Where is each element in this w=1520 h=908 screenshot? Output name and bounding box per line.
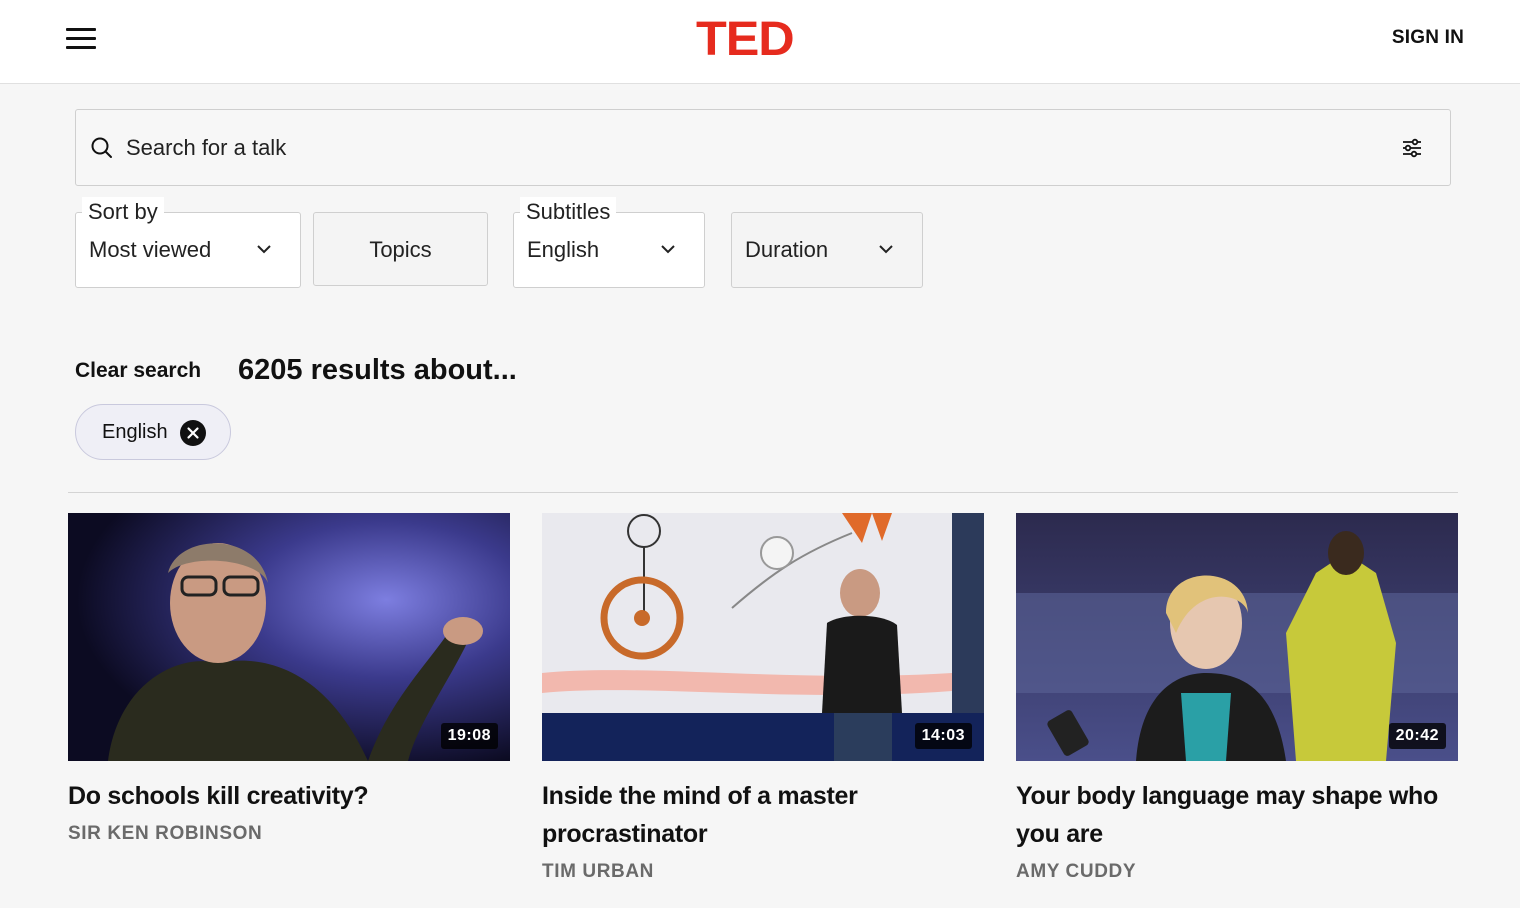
subtitles-dropdown[interactable]: Subtitles English <box>513 197 705 288</box>
subtitles-label: Subtitles <box>520 197 617 227</box>
talk-card[interactable]: 20:42 Your body language may shape who y… <box>1016 513 1458 883</box>
talk-title[interactable]: Do schools kill creativity? <box>68 777 510 815</box>
talk-thumbnail[interactable]: 20:42 <box>1016 513 1458 761</box>
duration-badge: 14:03 <box>914 723 972 749</box>
duration-label: Duration <box>745 237 829 262</box>
duration-badge: 20:42 <box>1388 723 1446 749</box>
talk-speaker[interactable]: AMY CUDDY <box>1016 861 1458 883</box>
close-circle-icon[interactable] <box>180 420 206 446</box>
chevron-down-icon <box>879 245 893 254</box>
duration-dropdown[interactable]: Duration <box>731 212 923 288</box>
talk-title[interactable]: Your body language may shape who you are <box>1016 777 1458 853</box>
top-header: TED SIGN IN <box>0 0 1520 84</box>
chevron-down-icon <box>661 245 675 254</box>
talk-speaker[interactable]: SIR KEN ROBINSON <box>68 823 510 845</box>
clear-search-link[interactable]: Clear search <box>75 359 201 383</box>
sort-by-dropdown[interactable]: Sort by Most viewed <box>75 197 301 288</box>
talk-card[interactable]: 14:03 Inside the mind of a master procra… <box>542 513 984 883</box>
sign-in-link[interactable]: SIGN IN <box>1392 27 1464 49</box>
talk-title[interactable]: Inside the mind of a master procrastinat… <box>542 777 984 853</box>
talk-thumbnail[interactable]: 19:08 <box>68 513 510 761</box>
filter-sliders-icon[interactable] <box>1400 136 1424 160</box>
duration-badge: 19:08 <box>440 723 498 749</box>
divider <box>68 492 1458 493</box>
results-count: 6205 results about... <box>238 354 517 386</box>
menu-icon[interactable] <box>64 26 98 52</box>
chip-label: English <box>102 421 168 443</box>
sort-by-value: Most viewed <box>89 237 212 262</box>
chevron-down-icon <box>257 245 271 254</box>
ted-logo[interactable]: TED <box>696 12 795 68</box>
search-bar <box>75 109 1451 186</box>
talk-speaker[interactable]: TIM URBAN <box>542 861 984 883</box>
topics-label: Topics <box>369 237 432 262</box>
talk-card[interactable]: 19:08 Do schools kill creativity? SIR KE… <box>68 513 510 845</box>
talk-thumbnail[interactable]: 14:03 <box>542 513 984 761</box>
search-icon <box>91 137 112 158</box>
active-filter-chip[interactable]: English <box>75 404 231 460</box>
subtitles-value: English <box>527 237 600 262</box>
search-input[interactable] <box>126 128 1386 168</box>
sort-by-label: Sort by <box>82 197 164 227</box>
topics-button[interactable]: Topics <box>313 212 488 286</box>
